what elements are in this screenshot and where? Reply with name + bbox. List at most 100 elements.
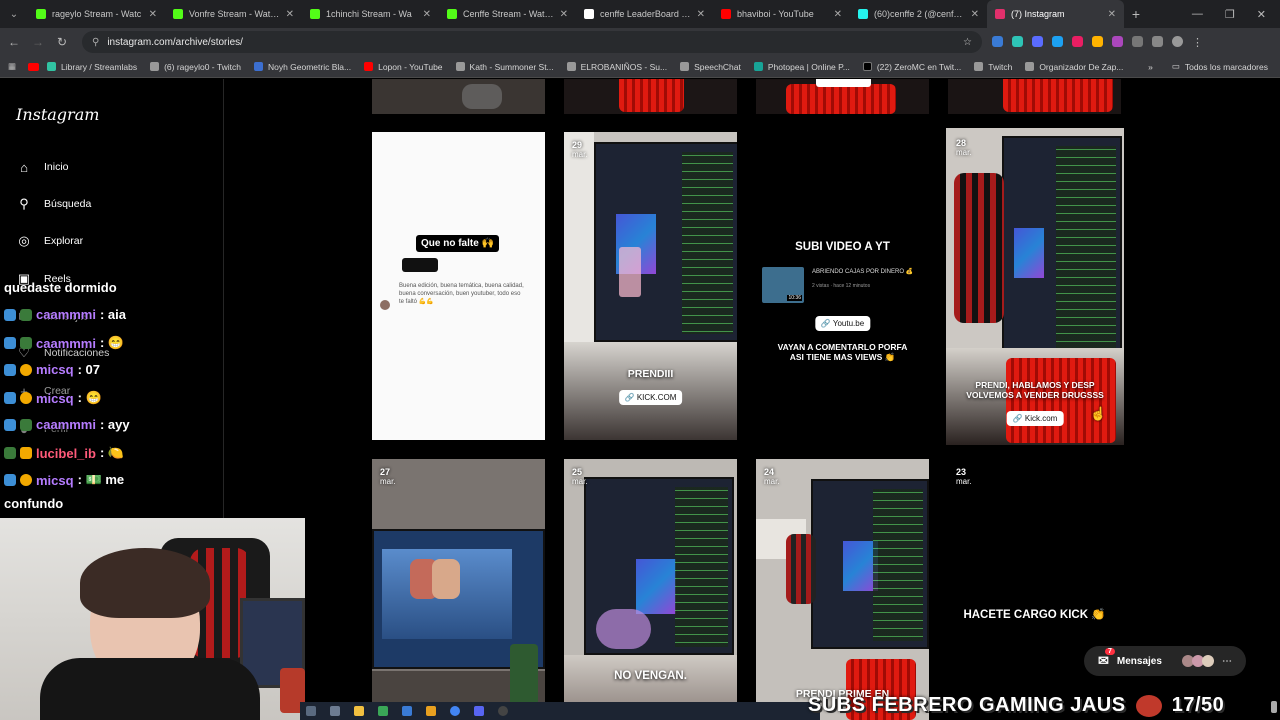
window-controls: — ❐ ✕: [1192, 8, 1280, 21]
chat-username: micsq: [36, 390, 74, 406]
tab-0[interactable]: rageylo Stream - Watc ✕: [28, 0, 165, 28]
extension-icon[interactable]: [1072, 35, 1083, 47]
explorer-icon[interactable]: [354, 706, 364, 716]
tab-close-icon[interactable]: ✕: [834, 9, 842, 20]
nav-explorar[interactable]: ◎ Explorar: [16, 233, 83, 249]
story-date: 28 mar.: [956, 138, 972, 158]
story-thumbnail[interactable]: 27 mar.: [372, 459, 545, 720]
extensions-puzzle-icon[interactable]: [1132, 35, 1143, 47]
bookmark-favicon: [253, 62, 263, 71]
taskview-icon[interactable]: [330, 706, 340, 716]
tab-3[interactable]: Cenffe Stream - Watch Li ✕: [439, 0, 576, 28]
tab-6[interactable]: (60)cenffe 2 (@cenffe2) | ✕: [850, 0, 987, 28]
bookmark-star-icon[interactable]: ☆: [963, 37, 972, 48]
story-thumbnail[interactable]: Que no falte 🙌 Buena edición, buena temá…: [372, 132, 545, 440]
sub-badge-icon: [4, 418, 16, 431]
nav-busqueda[interactable]: ⚲ Búsqueda: [16, 196, 91, 212]
link-sticker[interactable]: 🔗 KICK.COM: [618, 390, 683, 405]
bookmark-9[interactable]: Twitch: [974, 62, 1012, 72]
minimize-icon[interactable]: —: [1192, 8, 1203, 21]
all-bookmarks-folder[interactable]: » ▭ Todos los marcadores: [1148, 61, 1280, 72]
youtube-icon[interactable]: [28, 62, 40, 71]
extension-icon[interactable]: [992, 35, 1003, 47]
tab-close-icon[interactable]: ✕: [697, 9, 705, 20]
chili-badge-icon: [20, 308, 32, 321]
messages-label: Mensajes: [1116, 655, 1162, 667]
window-close-icon[interactable]: ✕: [1257, 8, 1266, 21]
story-thumbnail[interactable]: 25 mar. NO VENGAN.: [564, 459, 737, 720]
messenger-icon: ✉ 7: [1098, 648, 1115, 669]
story-thumbnail[interactable]: [564, 79, 737, 114]
reading-list-icon[interactable]: [1152, 35, 1163, 47]
app-icon[interactable]: [426, 706, 436, 716]
story-thumbnail[interactable]: [756, 79, 929, 114]
bookmark-10[interactable]: Organizador De Zap...: [1025, 62, 1123, 72]
tab-close-icon[interactable]: ✕: [149, 9, 157, 20]
story-reply-text: Buena edición, buena temática, buena cal…: [399, 283, 524, 305]
story-thumbnail[interactable]: 28 mar. PRENDI, HABLAMOS Y DESP VOLVEMOS …: [946, 128, 1124, 445]
unread-badge: 7: [1105, 648, 1115, 655]
chrome-icon[interactable]: [450, 706, 460, 716]
story-sticker: [402, 258, 438, 272]
bookmark-4[interactable]: Kath - Summoner St...: [455, 62, 554, 72]
discord-icon[interactable]: [474, 706, 484, 716]
subs-goal-count: 17/50: [1171, 694, 1225, 716]
bookmark-3[interactable]: Lopon - YouTube: [364, 62, 443, 72]
bookmark-1[interactable]: (6) rageylo0 - Twitch: [150, 62, 241, 72]
extension-icon[interactable]: [1052, 35, 1063, 47]
bookmark-7[interactable]: Photopea | Online P...: [753, 62, 850, 72]
browser-menu-icon[interactable]: ⋮: [1192, 36, 1203, 49]
story-thumbnail[interactable]: 23 mar. HACETE CARGO KICK 👏: [948, 459, 1121, 720]
bookmark-0[interactable]: Library / Streamlabs: [47, 62, 137, 72]
app-icon[interactable]: [378, 706, 388, 716]
scrollbar-thumb[interactable]: [1271, 701, 1277, 713]
story-thumbnail[interactable]: 29 mar. PRENDIII 🔗 KICK.COM: [564, 132, 737, 440]
extension-icon[interactable]: [1012, 35, 1023, 47]
link-sticker[interactable]: 🔗 Kick.com: [1006, 411, 1064, 426]
app-icon[interactable]: [402, 706, 412, 716]
tab-1[interactable]: Vonfre Stream - Watch ✕: [165, 0, 302, 28]
nav-inicio[interactable]: ⌂ Inicio: [16, 159, 68, 175]
tab-2[interactable]: 1chinchi Stream - Wa ✕: [302, 0, 439, 28]
new-tab-icon[interactable]: +: [1124, 6, 1148, 22]
site-info-icon[interactable]: ⚲: [92, 37, 99, 48]
tab-title: Vonfre Stream - Watch: [189, 9, 280, 19]
tab-close-icon[interactable]: ✕: [423, 9, 431, 20]
search-icon[interactable]: [306, 706, 316, 716]
globe-icon: [566, 62, 576, 71]
messages-button[interactable]: ✉ 7 Mensajes ⋯: [1084, 646, 1246, 676]
tab-7[interactable]: (7) Instagram ✕: [987, 0, 1124, 28]
extension-icon[interactable]: [1092, 35, 1103, 47]
tab-close-icon[interactable]: ✕: [1108, 9, 1116, 20]
tab-search-icon[interactable]: ⌄: [0, 0, 28, 28]
maximize-icon[interactable]: ❐: [1225, 8, 1235, 21]
back-icon[interactable]: ←: [2, 35, 26, 49]
bookmark-8[interactable]: (22) ZeroMC en Twit...: [862, 62, 961, 72]
tab-close-icon[interactable]: ✕: [971, 9, 979, 20]
tab-close-icon[interactable]: ✕: [286, 9, 294, 20]
tab-4[interactable]: cenffe LeaderBoard | The ✕: [576, 0, 713, 28]
reload-icon[interactable]: ↻: [50, 35, 74, 49]
story-caption: SUBI VIDEO A YT: [795, 241, 890, 253]
more-icon[interactable]: ⋯: [1222, 656, 1232, 667]
story-thumbnail[interactable]: [372, 79, 545, 114]
bookmark-5[interactable]: ELROBANIÑOS - Su...: [566, 62, 667, 72]
video-duration: 10:36: [787, 295, 802, 301]
avatar: [380, 300, 390, 310]
apps-icon[interactable]: ▦: [8, 61, 16, 72]
url-field[interactable]: ⚲ instagram.com/archive/stories/ ☆: [82, 31, 982, 53]
story-thumbnail[interactable]: [948, 79, 1121, 114]
story-thumbnail[interactable]: 24 mar. PRENDI PRIME EN: [756, 459, 929, 720]
bookmark-2[interactable]: Noyh Geometric Bla...: [253, 62, 351, 72]
profile-avatar[interactable]: [1172, 35, 1183, 47]
extension-icon[interactable]: [1112, 35, 1123, 47]
tab-close-icon[interactable]: ✕: [560, 9, 568, 20]
tab-5[interactable]: bhaviboi - YouTube ✕: [713, 0, 850, 28]
forward-icon[interactable]: →: [26, 35, 50, 49]
bookmark-6[interactable]: SpeechChat: [680, 62, 741, 72]
link-sticker[interactable]: 🔗 Youtu.be: [814, 316, 871, 331]
extension-icon[interactable]: [1032, 35, 1043, 47]
instagram-logo[interactable]: Instagram: [16, 105, 99, 124]
obs-icon[interactable]: [498, 706, 508, 716]
story-thumbnail[interactable]: SUBI VIDEO A YT 10:36 ABRIENDO CAJAS POR…: [756, 132, 929, 440]
